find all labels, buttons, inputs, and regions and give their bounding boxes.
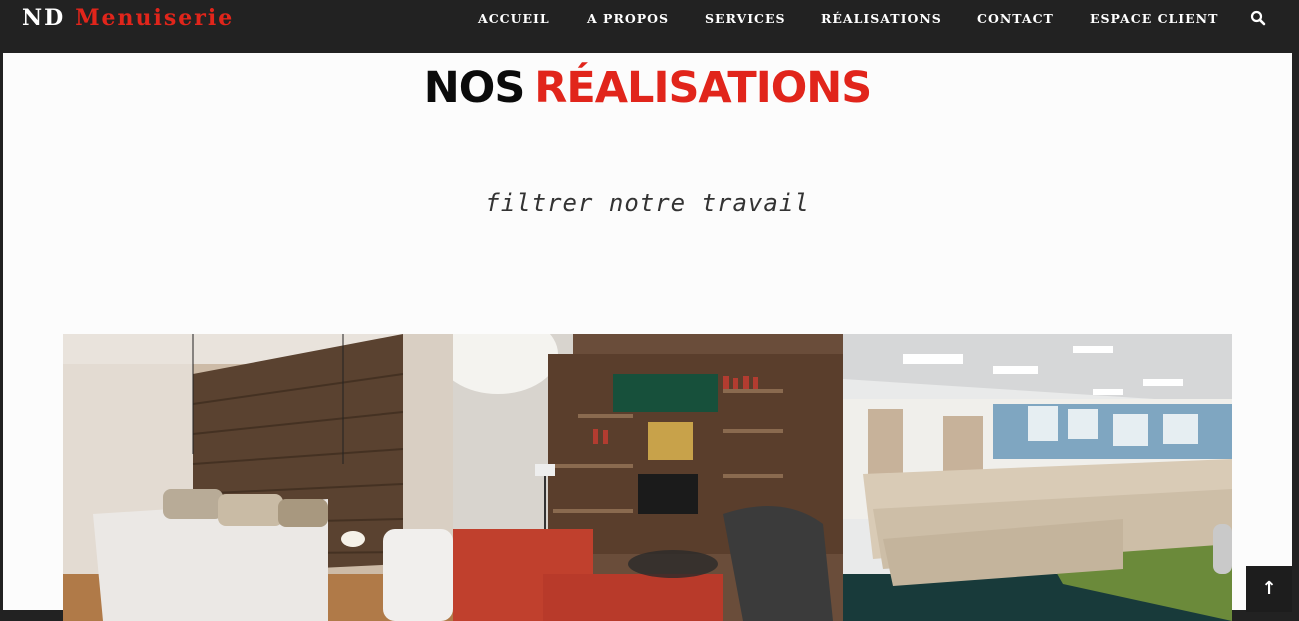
nav-item-accueil[interactable]: ACCUEIL [478, 11, 550, 26]
nav-item-espace-client[interactable]: ESPACE CLIENT [1090, 11, 1218, 26]
scroll-to-top-button[interactable]: ↑ [1246, 566, 1292, 612]
gallery-item-living-room[interactable] [453, 334, 843, 621]
nav-item-services[interactable]: SERVICES [705, 11, 786, 26]
nav-item-a-propos[interactable]: A PROPOS [587, 11, 669, 26]
nav-item-contact[interactable]: CONTACT [977, 11, 1054, 26]
gallery-item-auditorium[interactable] [843, 334, 1233, 621]
gallery-item-bedroom[interactable] [63, 334, 453, 621]
page-title: NOS RÉALISATIONS [3, 63, 1292, 113]
filter-label[interactable]: filtrer notre travail [3, 189, 1292, 217]
header: ND Menuiserie ACCUEIL A PROPOS SERVICES R… [0, 0, 1299, 53]
search-icon[interactable] [1250, 10, 1266, 26]
page-title-part1: NOS [423, 63, 526, 113]
page-title-part2: RÉALISATIONS [534, 63, 872, 113]
main-nav: ACCUEIL A PROPOS SERVICES RÉALISATIONS C… [0, 11, 1299, 27]
arrow-up-icon: ↑ [1261, 578, 1277, 599]
portfolio-gallery [63, 334, 1232, 621]
nav-item-realisations[interactable]: RÉALISATIONS [821, 11, 942, 26]
